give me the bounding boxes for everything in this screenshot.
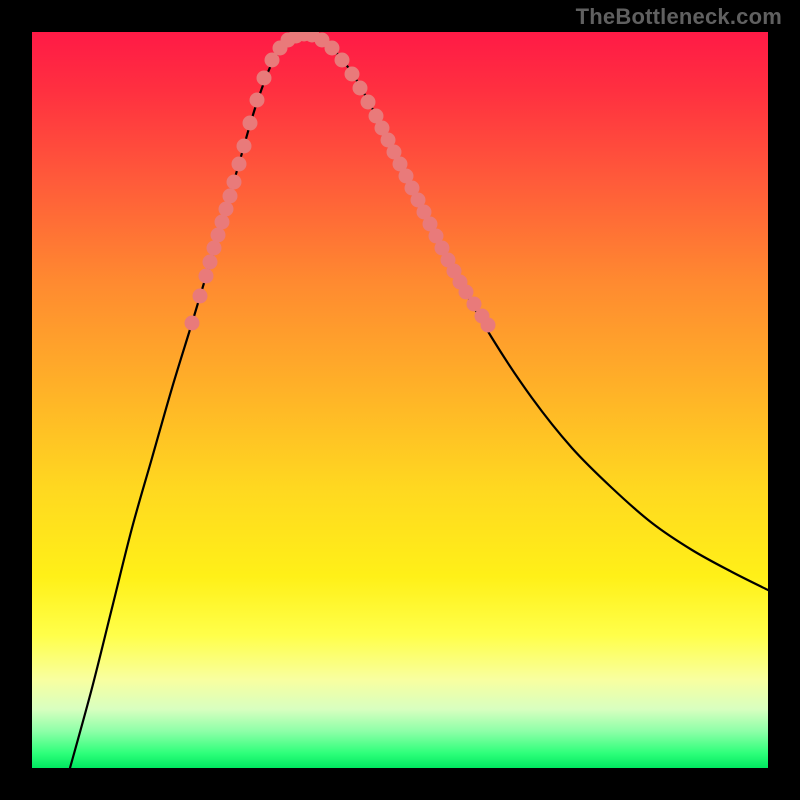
marker-dot	[199, 269, 214, 284]
marker-dot	[211, 228, 226, 243]
marker-dot	[481, 318, 496, 333]
chart-frame: TheBottleneck.com	[0, 0, 800, 800]
marker-dot	[215, 215, 230, 230]
watermark-text: TheBottleneck.com	[576, 4, 782, 30]
chart-svg	[32, 32, 768, 768]
marker-dot	[193, 289, 208, 304]
marker-dot	[325, 41, 340, 56]
marker-dot	[353, 81, 368, 96]
bottleneck-curve	[70, 34, 768, 768]
marker-dot	[335, 53, 350, 68]
marker-dot	[237, 139, 252, 154]
marker-dot	[243, 116, 258, 131]
plot-area	[32, 32, 768, 768]
marker-dot	[361, 95, 376, 110]
marker-dot	[257, 71, 272, 86]
highlight-markers	[185, 32, 496, 333]
marker-dot	[219, 202, 234, 217]
marker-dot	[250, 93, 265, 108]
marker-dot	[227, 175, 242, 190]
marker-dot	[185, 316, 200, 331]
marker-dot	[345, 67, 360, 82]
marker-dot	[203, 255, 218, 270]
marker-dot	[232, 157, 247, 172]
marker-dot	[223, 189, 238, 204]
marker-dot	[207, 241, 222, 256]
